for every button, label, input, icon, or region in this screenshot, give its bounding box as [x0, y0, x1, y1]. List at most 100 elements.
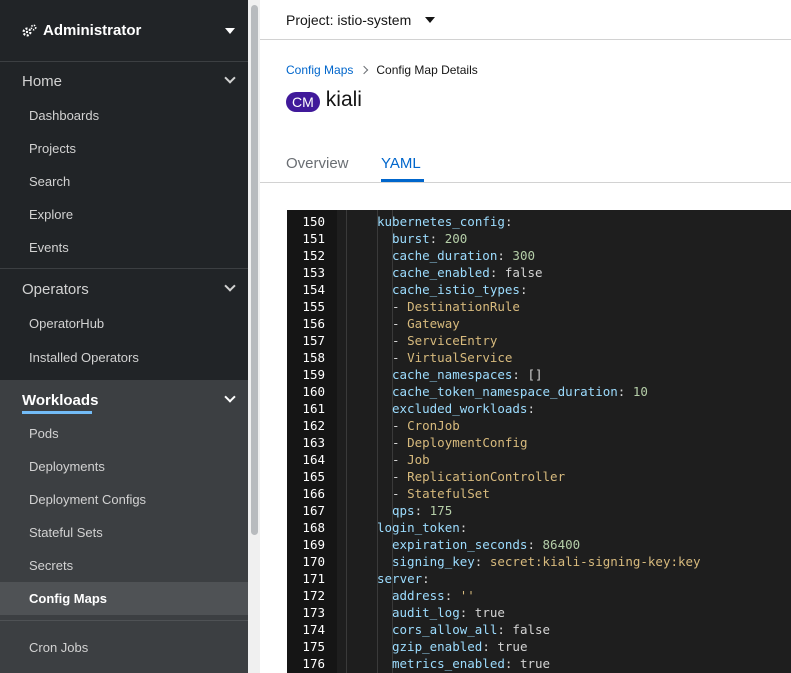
nav-item-search[interactable]: Search [0, 165, 248, 198]
code-line[interactable]: 163 - DeploymentConfig [287, 434, 791, 451]
line-number: 165 [302, 469, 325, 484]
yaml-separator: : [429, 231, 445, 246]
nav-item-pods[interactable]: Pods [0, 417, 248, 450]
nav-item-deployments[interactable]: Deployments [0, 450, 248, 483]
code-line[interactable]: 167 qps: 175 [287, 502, 791, 519]
yaml-key: cache_enabled [392, 265, 490, 280]
code-line[interactable]: 152 cache_duration: 300 [287, 247, 791, 264]
code-line[interactable]: 155 - DestinationRule [287, 298, 791, 315]
code-line[interactable]: 162 - CronJob [287, 417, 791, 434]
code-line[interactable]: 174 cors_allow_all: false [287, 621, 791, 638]
code-line[interactable]: 151 burst: 200 [287, 230, 791, 247]
yaml-separator: - [392, 350, 408, 365]
yaml-separator: : [414, 503, 430, 518]
tab-overview[interactable]: Overview [286, 155, 349, 172]
code-text: metrics_enabled: true [392, 655, 550, 672]
code-line[interactable]: 166 - StatefulSet [287, 485, 791, 502]
code-line[interactable]: 164 - Job [287, 451, 791, 468]
yaml-key: excluded_workloads [392, 401, 528, 416]
code-text: - StatefulSet [392, 485, 490, 502]
sidebar-scrollbar-thumb[interactable] [251, 5, 258, 535]
code-line[interactable]: 171 server: [287, 570, 791, 587]
line-number: 161 [302, 401, 325, 416]
nav-section-operators[interactable]: Operators [0, 269, 248, 309]
yaml-separator: : [512, 367, 528, 382]
code-line[interactable]: 156 - Gateway [287, 315, 791, 332]
yaml-separator: : [527, 537, 543, 552]
yaml-separator: : [482, 639, 498, 654]
nav-item-explore[interactable]: Explore [0, 198, 248, 231]
code-line[interactable]: 158 - VirtualService [287, 349, 791, 366]
nav-section-workloads[interactable]: Workloads [0, 380, 248, 420]
code-line[interactable]: 159 cache_namespaces: [] [287, 366, 791, 383]
yaml-key: cache_namespaces [392, 367, 513, 382]
code-text: cache_namespaces: [] [392, 366, 543, 383]
yaml-value: '' [459, 588, 475, 603]
code-line[interactable]: 172 address: '' [287, 587, 791, 604]
code-line[interactable]: 153 cache_enabled: false [287, 264, 791, 281]
nav-item-secrets[interactable]: Secrets [0, 549, 248, 582]
yaml-separator: : [519, 282, 528, 297]
nav-item-installed-operators[interactable]: Installed Operators [0, 341, 248, 374]
nav-item-stateful-sets[interactable]: Stateful Sets [0, 516, 248, 549]
code-line[interactable]: 168 login_token: [287, 519, 791, 536]
nav-item-cron-jobs[interactable]: Cron Jobs [0, 631, 248, 664]
code-line[interactable]: 176 metrics_enabled: true [287, 655, 791, 672]
code-line[interactable]: 157 - ServiceEntry [287, 332, 791, 349]
code-line[interactable]: 150 kubernetes_config: [287, 213, 791, 230]
code-line[interactable]: 160 cache_token_namespace_duration: 10 [287, 383, 791, 400]
code-line[interactable]: 161 excluded_workloads: [287, 400, 791, 417]
caret-down-icon [425, 16, 436, 23]
yaml-value: ServiceEntry [407, 333, 498, 348]
nav-item-events[interactable]: Events [0, 231, 248, 264]
yaml-value: DestinationRule [407, 299, 520, 314]
line-number: 160 [302, 384, 325, 399]
yaml-separator: : [617, 384, 633, 399]
yaml-separator: - [392, 469, 408, 484]
yaml-separator: : [497, 622, 513, 637]
nav-item-projects[interactable]: Projects [0, 132, 248, 165]
line-number: 157 [302, 333, 325, 348]
line-number: 151 [302, 231, 325, 246]
nav-item-dashboards[interactable]: Dashboards [0, 99, 248, 132]
code-line[interactable]: 154 cache_istio_types: [287, 281, 791, 298]
tab-yaml[interactable]: YAML [381, 155, 421, 172]
nav-item-label: Search [29, 174, 71, 189]
caret-down-icon [225, 28, 235, 34]
yaml-separator: : [504, 214, 513, 229]
code-text: gzip_enabled: true [392, 638, 527, 655]
yaml-key: cache_duration [392, 248, 498, 263]
perspective-switcher[interactable]: Administrator [0, 0, 248, 62]
code-line[interactable]: 173 audit_log: true [287, 604, 791, 621]
yaml-editor[interactable]: 150 kubernetes_config: 151 burst: 200 152 cac… [287, 210, 791, 673]
nav-item-label: Dashboards [29, 108, 100, 123]
code-text: login_token: [377, 519, 467, 536]
nav-item-config-maps[interactable]: Config Maps [0, 582, 248, 615]
code-line[interactable]: 175 gzip_enabled: true [287, 638, 791, 655]
yaml-separator: : [504, 656, 520, 671]
breadcrumb-current: Config Map Details [376, 63, 478, 77]
yaml-key: expiration_seconds [392, 537, 528, 552]
line-number: 163 [302, 435, 325, 450]
sidebar: Administrator Home Dashboards Projects S… [0, 0, 248, 673]
yaml-value: false [504, 265, 543, 280]
yaml-value: 175 [429, 503, 453, 518]
nav-item-label: Pods [29, 426, 59, 441]
yaml-value: Job [407, 452, 430, 467]
nav-item-deployment-configs[interactable]: Deployment Configs [0, 483, 248, 516]
nav-section-home[interactable]: Home [0, 61, 248, 101]
line-number: 154 [302, 282, 325, 297]
breadcrumb-link-config-maps[interactable]: Config Maps [286, 63, 353, 77]
code-text: - Gateway [392, 315, 460, 332]
code-line[interactable]: 169 expiration_seconds: 86400 [287, 536, 791, 553]
project-selector[interactable]: Project: istio-system [260, 0, 791, 40]
nav-item-operatorhub[interactable]: OperatorHub [0, 307, 248, 340]
yaml-value: ReplicationController [407, 469, 566, 484]
code-text: signing_key: secret:kiali-signing-key:ke… [392, 553, 701, 570]
yaml-separator: : [474, 554, 490, 569]
yaml-key: server [377, 571, 423, 586]
yaml-value: false [512, 622, 551, 637]
code-line[interactable]: 165 - ReplicationController [287, 468, 791, 485]
line-number: 168 [302, 520, 325, 535]
code-line[interactable]: 170 signing_key: secret:kiali-signing-key… [287, 553, 791, 570]
